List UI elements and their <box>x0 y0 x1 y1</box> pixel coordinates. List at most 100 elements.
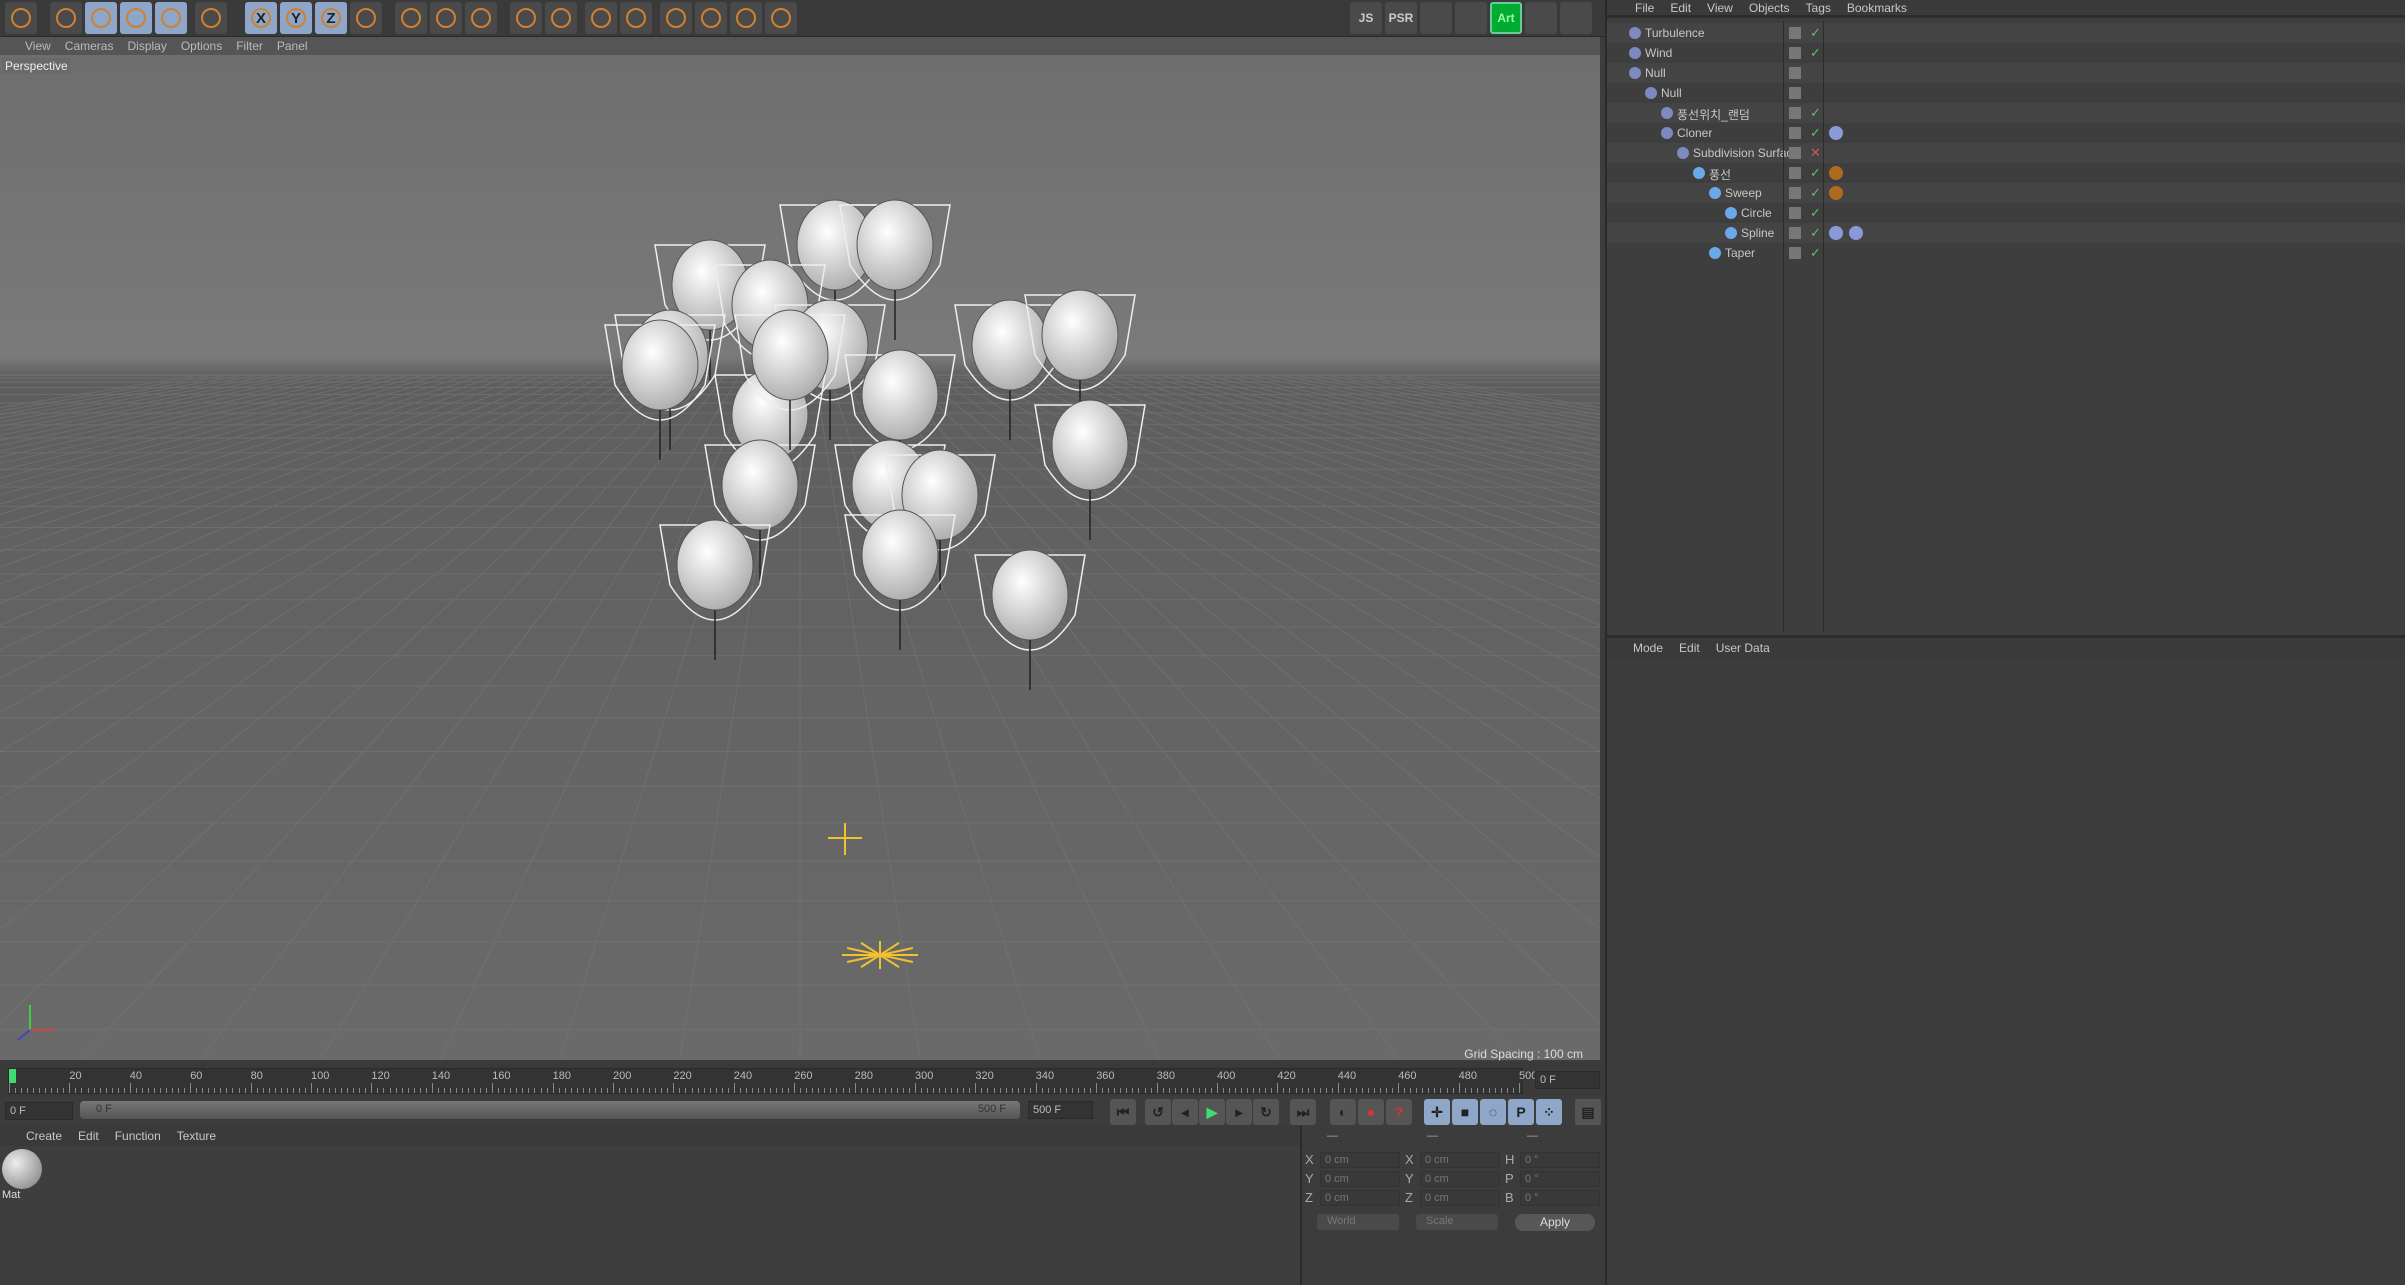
toolbar-layout-button[interactable] <box>1420 2 1452 34</box>
position-x-field[interactable]: 0 cm <box>1320 1152 1400 1168</box>
next-frame-button[interactable]: ▸ <box>1226 1099 1252 1125</box>
dynamics-tag-icon[interactable] <box>1829 226 1843 240</box>
enabled-check-icon[interactable]: ✓ <box>1810 185 1821 201</box>
toolbar-deformer-flag-button[interactable] <box>660 2 692 34</box>
editor-visibility-toggle[interactable] <box>1789 167 1801 179</box>
toolbar-cube-button[interactable] <box>510 2 542 34</box>
om-menu-tags[interactable]: Tags <box>1806 1 1831 15</box>
attr-menu-edit[interactable]: Edit <box>1679 641 1700 655</box>
editor-visibility-toggle[interactable] <box>1789 107 1801 119</box>
viewport-menu-cameras[interactable]: Cameras <box>65 39 114 53</box>
viewport-menu-display[interactable]: Display <box>127 39 166 53</box>
rotation-b-field[interactable]: 0 ° <box>1520 1190 1600 1206</box>
toolbar-js-help-button[interactable]: JS <box>1350 2 1382 34</box>
key-rotation-button[interactable]: ◌ <box>1480 1099 1506 1125</box>
material-swatch[interactable]: Mat <box>2 1149 44 1207</box>
toolbar-x-axis-button[interactable]: X <box>245 2 277 34</box>
toolbar-pen-button[interactable] <box>545 2 577 34</box>
mat-menu-edit[interactable]: Edit <box>78 1129 99 1143</box>
viewport-menu-options[interactable]: Options <box>181 39 222 53</box>
prev-frame-button[interactable]: ◂ <box>1172 1099 1198 1125</box>
key-scale-button[interactable]: ■ <box>1452 1099 1478 1125</box>
editor-visibility-toggle[interactable] <box>1789 67 1801 79</box>
viewport-menu-panel[interactable]: Panel <box>277 39 308 53</box>
key-pla-button[interactable]: ⁘ <box>1536 1099 1562 1125</box>
enabled-check-icon[interactable]: ✓ <box>1810 125 1821 141</box>
prev-key-button[interactable]: ↺ <box>1145 1099 1171 1125</box>
om-menu-edit[interactable]: Edit <box>1670 1 1691 15</box>
editor-visibility-toggle[interactable] <box>1789 207 1801 219</box>
rotation-p-field[interactable]: 0 ° <box>1520 1171 1600 1187</box>
editor-visibility-toggle[interactable] <box>1789 47 1801 59</box>
go-to-end-button[interactable]: ⏭ <box>1290 1099 1316 1125</box>
playhead[interactable] <box>9 1069 16 1083</box>
end-frame-field[interactable]: 500 F <box>1028 1101 1093 1119</box>
mat-menu-texture[interactable]: Texture <box>177 1129 216 1143</box>
toolbar-subdivision-button[interactable] <box>585 2 617 34</box>
enabled-check-icon[interactable]: ✓ <box>1810 225 1821 241</box>
om-menu-file[interactable]: File <box>1635 1 1654 15</box>
viewport-menu-view[interactable]: View <box>25 39 51 53</box>
attr-menu-mode[interactable]: Mode <box>1633 641 1663 655</box>
next-key-button[interactable]: ↻ <box>1253 1099 1279 1125</box>
toolbar-paint-button[interactable] <box>1455 2 1487 34</box>
attr-menu-user-data[interactable]: User Data <box>1716 641 1770 655</box>
om-menu-objects[interactable]: Objects <box>1749 1 1790 15</box>
editor-visibility-toggle[interactable] <box>1789 127 1801 139</box>
keyframe-selection-button[interactable]: ? <box>1386 1099 1412 1125</box>
toolbar-y-axis-button[interactable]: Y <box>280 2 312 34</box>
object-row[interactable]: Subdivision Surfac ✕ <box>1607 143 2405 163</box>
autokey-button[interactable]: ● <box>1358 1099 1384 1125</box>
toolbar-live-select-button[interactable] <box>195 2 227 34</box>
toolbar-coordinate-system-button[interactable] <box>350 2 382 34</box>
editor-visibility-toggle[interactable] <box>1789 87 1801 99</box>
toolbar-tools-button[interactable] <box>1560 2 1592 34</box>
size-x-field[interactable]: 0 cm <box>1420 1152 1500 1168</box>
toolbar-render-picture-viewer-button[interactable] <box>430 2 462 34</box>
disabled-cross-icon[interactable]: ✕ <box>1810 145 1821 161</box>
mograph-tag-icon[interactable] <box>1829 126 1843 140</box>
om-menu-view[interactable]: View <box>1707 1 1733 15</box>
range-slider[interactable]: 0 F 500 F <box>80 1101 1020 1119</box>
toolbar-art-button[interactable]: Art <box>1490 2 1522 34</box>
object-row[interactable]: Cloner ✓ <box>1607 123 2405 143</box>
toolbar-align-button[interactable] <box>1525 2 1557 34</box>
object-row[interactable]: Circle ✓ <box>1607 203 2405 223</box>
toolbar-camera-button[interactable] <box>730 2 762 34</box>
om-menu-bookmarks[interactable]: Bookmarks <box>1847 1 1907 15</box>
timeline-window-button[interactable]: ▤ <box>1575 1099 1601 1125</box>
position-y-field[interactable]: 0 cm <box>1320 1171 1400 1187</box>
object-row[interactable]: Taper ✓ <box>1607 243 2405 263</box>
enabled-check-icon[interactable]: ✓ <box>1810 205 1821 221</box>
object-row[interactable]: 풍선위치_랜덤 ✓ <box>1607 103 2405 123</box>
position-z-field[interactable]: 0 cm <box>1320 1190 1400 1206</box>
viewport-3d[interactable] <box>0 55 1600 1060</box>
object-row[interactable]: Null <box>1607 83 2405 103</box>
toolbar-scale-button[interactable] <box>120 2 152 34</box>
timeline-ruler[interactable]: 0204060801001201401601802002202402602803… <box>8 1068 1537 1094</box>
spline-tag-icon[interactable] <box>1849 226 1863 240</box>
mat-menu-function[interactable]: Function <box>115 1129 161 1143</box>
toolbar-render-view-button[interactable] <box>395 2 427 34</box>
enabled-check-icon[interactable]: ✓ <box>1810 105 1821 121</box>
object-row[interactable]: Sweep ✓ <box>1607 183 2405 203</box>
key-param-button[interactable]: P <box>1508 1099 1534 1125</box>
coordinate-mode-select[interactable]: World <box>1317 1214 1399 1230</box>
current-frame-field[interactable]: 0 F <box>1535 1071 1600 1089</box>
object-row[interactable]: Turbulence ✓ <box>1607 23 2405 43</box>
toolbar-z-axis-button[interactable]: Z <box>315 2 347 34</box>
material-tag-icon[interactable] <box>1829 166 1843 180</box>
rotation-h-field[interactable]: 0 ° <box>1520 1152 1600 1168</box>
toolbar-move-button[interactable] <box>85 2 117 34</box>
enabled-check-icon[interactable]: ✓ <box>1810 45 1821 61</box>
apply-button[interactable]: Apply <box>1515 1214 1595 1231</box>
editor-visibility-toggle[interactable] <box>1789 27 1801 39</box>
camera-label[interactable]: Perspective <box>2 58 71 74</box>
mat-menu-create[interactable]: Create <box>26 1129 62 1143</box>
record-key-button[interactable]: ◐ <box>1330 1099 1356 1125</box>
enabled-check-icon[interactable]: ✓ <box>1810 25 1821 41</box>
object-row[interactable]: Null <box>1607 63 2405 83</box>
enabled-check-icon[interactable]: ✓ <box>1810 165 1821 181</box>
object-row[interactable]: 풍선 ✓ <box>1607 163 2405 183</box>
toolbar-render-settings-button[interactable] <box>465 2 497 34</box>
